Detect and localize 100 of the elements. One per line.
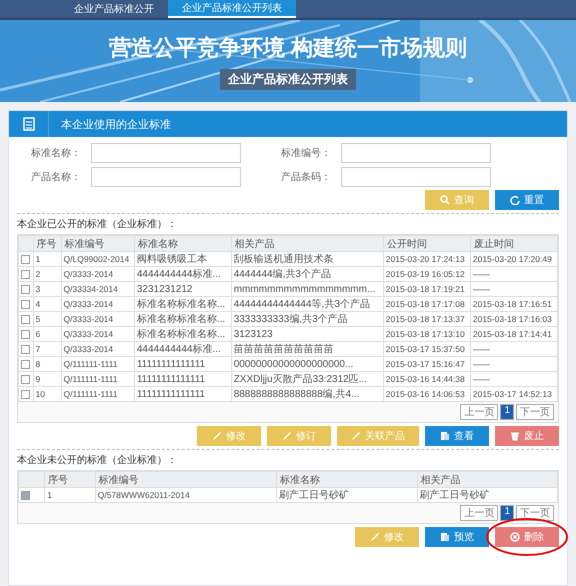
checkbox[interactable]	[21, 491, 30, 500]
table-cell: 2015-03-20 17:24:13	[383, 252, 470, 266]
table-cell: 1	[33, 252, 62, 266]
table-cell: 44444444444444等,共3个产品	[231, 296, 384, 312]
table-cell: 标准名称标准名称...	[134, 326, 232, 342]
header-cell: 标准名称	[134, 236, 232, 252]
trash-icon	[510, 431, 520, 441]
table-cell: 2015-03-17 15:37:50	[383, 342, 470, 356]
field-label: 标准名称：	[31, 146, 82, 160]
field-label: 标准编号：	[281, 146, 332, 160]
table-cell: 2015-03-16 14:44:38	[383, 372, 470, 386]
table-cell: Q/578WWW62011-2014	[95, 488, 277, 502]
table-cell: mmmmmmmmmmmmmmmm...	[231, 282, 384, 296]
table-cell: 3231231212	[134, 282, 232, 296]
close-icon	[510, 532, 520, 542]
table-cell: ——	[470, 282, 558, 296]
checkbox[interactable]	[21, 330, 30, 340]
header-cell: 相关产品	[417, 472, 558, 488]
table-cell: 2015-03-18 17:13:10	[383, 326, 470, 342]
action-button[interactable]: 删除	[495, 527, 559, 547]
header-cell: 标准名称	[276, 472, 418, 488]
table-cell: 2015-03-17 14:52:13	[470, 386, 558, 402]
table-cell: Q/33334-2014	[61, 282, 134, 296]
pager-button[interactable]: 上一页	[460, 404, 498, 420]
checkbox[interactable]	[21, 255, 30, 264]
checkbox[interactable]	[21, 375, 30, 384]
pager-button[interactable]: 1	[500, 505, 514, 521]
table-cell: 8	[33, 356, 62, 372]
checkbox[interactable]	[21, 345, 30, 354]
table-cell: 00000000000000000000...	[231, 356, 384, 372]
checkbox[interactable]	[21, 285, 30, 294]
table-cell: 标准名称标准名称...	[134, 312, 232, 326]
table-cell: 4444444编,共3个产品	[231, 266, 384, 282]
checkbox[interactable]	[21, 360, 30, 370]
reset-button[interactable]: 重置	[495, 190, 559, 210]
table-cell: 10	[33, 386, 62, 402]
field-label: 产品名称：	[31, 170, 82, 184]
header-cell: 公开时间	[383, 236, 470, 252]
pencil-icon	[351, 431, 361, 441]
field-label: 产品条码：	[281, 170, 332, 184]
input-field[interactable]	[91, 143, 241, 163]
table-cell: 7	[33, 342, 62, 356]
table-cell: Q/111111-1111	[61, 386, 134, 402]
pager-button[interactable]: 下一页	[516, 505, 554, 521]
table-cell: Q/3333-2014	[61, 326, 134, 342]
input-field[interactable]	[341, 167, 491, 187]
nav-tab[interactable]: 企业产品标准公开	[60, 0, 168, 18]
table-cell: 标准名称标准名称...	[134, 296, 232, 312]
pencil-icon	[282, 431, 292, 441]
table-cell: 刷产工日号砂矿	[276, 488, 418, 502]
input-field[interactable]	[91, 167, 241, 187]
table-cell: 3333333333编,共3个产品	[231, 312, 384, 326]
header-cell: 序号	[33, 236, 62, 252]
table-cell: 2015-03-18 17:19:21	[383, 282, 470, 296]
document-icon	[440, 431, 450, 441]
table-cell: 2015-03-18 17:17:08	[383, 296, 470, 312]
table-cell: 2015-03-18 17:14:41	[470, 326, 558, 342]
table-cell: ——	[470, 342, 558, 356]
section-caption: 本企业未公开的标准（企业标准）：	[17, 449, 559, 467]
banner-subtitle: 企业产品标准公开列表	[220, 68, 356, 90]
pager-button[interactable]: 上一页	[460, 505, 498, 521]
table-cell: ——	[470, 266, 558, 282]
action-button[interactable]: 预览	[425, 527, 489, 547]
nav-tab[interactable]: 企业产品标准公开列表	[168, 0, 296, 18]
table-cell: 2015-03-18 17:16:03	[470, 312, 558, 326]
input-field[interactable]	[341, 143, 491, 163]
table-cell: 2015-03-20 17:20:49	[470, 252, 558, 266]
table-cell: Q/3333-2014	[61, 266, 134, 282]
document-icon	[22, 117, 34, 131]
table-cell: 11111111111111	[134, 356, 232, 372]
refresh-icon	[510, 195, 520, 205]
header-cell: 标准编号	[95, 472, 277, 488]
checkbox[interactable]	[21, 390, 30, 400]
table-cell: Q/3333-2014	[61, 342, 134, 356]
table-cell: 2015-03-18 17:16:51	[470, 296, 558, 312]
table-cell: 2015-03-19 16:05:12	[383, 266, 470, 282]
header-cell: 标准编号	[61, 236, 134, 252]
pager-button[interactable]: 1	[500, 404, 514, 420]
table-cell: ——	[470, 372, 558, 386]
pager-button[interactable]: 下一页	[516, 404, 554, 420]
table-cell: 4444444444标准...	[134, 266, 232, 282]
table-cell: 2015-03-18 17:13:37	[383, 312, 470, 326]
table-cell: Q/3333-2014	[61, 312, 134, 326]
action-button[interactable]: 废止	[495, 426, 559, 446]
table-cell: 3123123	[231, 326, 384, 342]
table-cell: ——	[470, 356, 558, 372]
checkbox[interactable]	[21, 270, 30, 280]
table-cell: 5	[33, 312, 62, 326]
checkbox[interactable]	[21, 315, 30, 324]
table-cell: 苗苗苗苗苗苗苗苗苗苗	[231, 342, 384, 356]
action-button[interactable]: 查看	[425, 426, 489, 446]
table-cell: 8888888888888888编,共4...	[231, 386, 384, 402]
section-caption: 本企业已公开的标准（企业标准）：	[17, 213, 559, 231]
table-cell: Q/3333-2014	[61, 296, 134, 312]
table-cell: 3	[33, 282, 62, 296]
checkbox[interactable]	[21, 300, 30, 310]
pencil-icon	[370, 532, 380, 542]
table-cell: Q/111111-1111	[61, 356, 134, 372]
header-cell: 相关产品	[231, 236, 384, 252]
document-icon	[440, 532, 450, 542]
